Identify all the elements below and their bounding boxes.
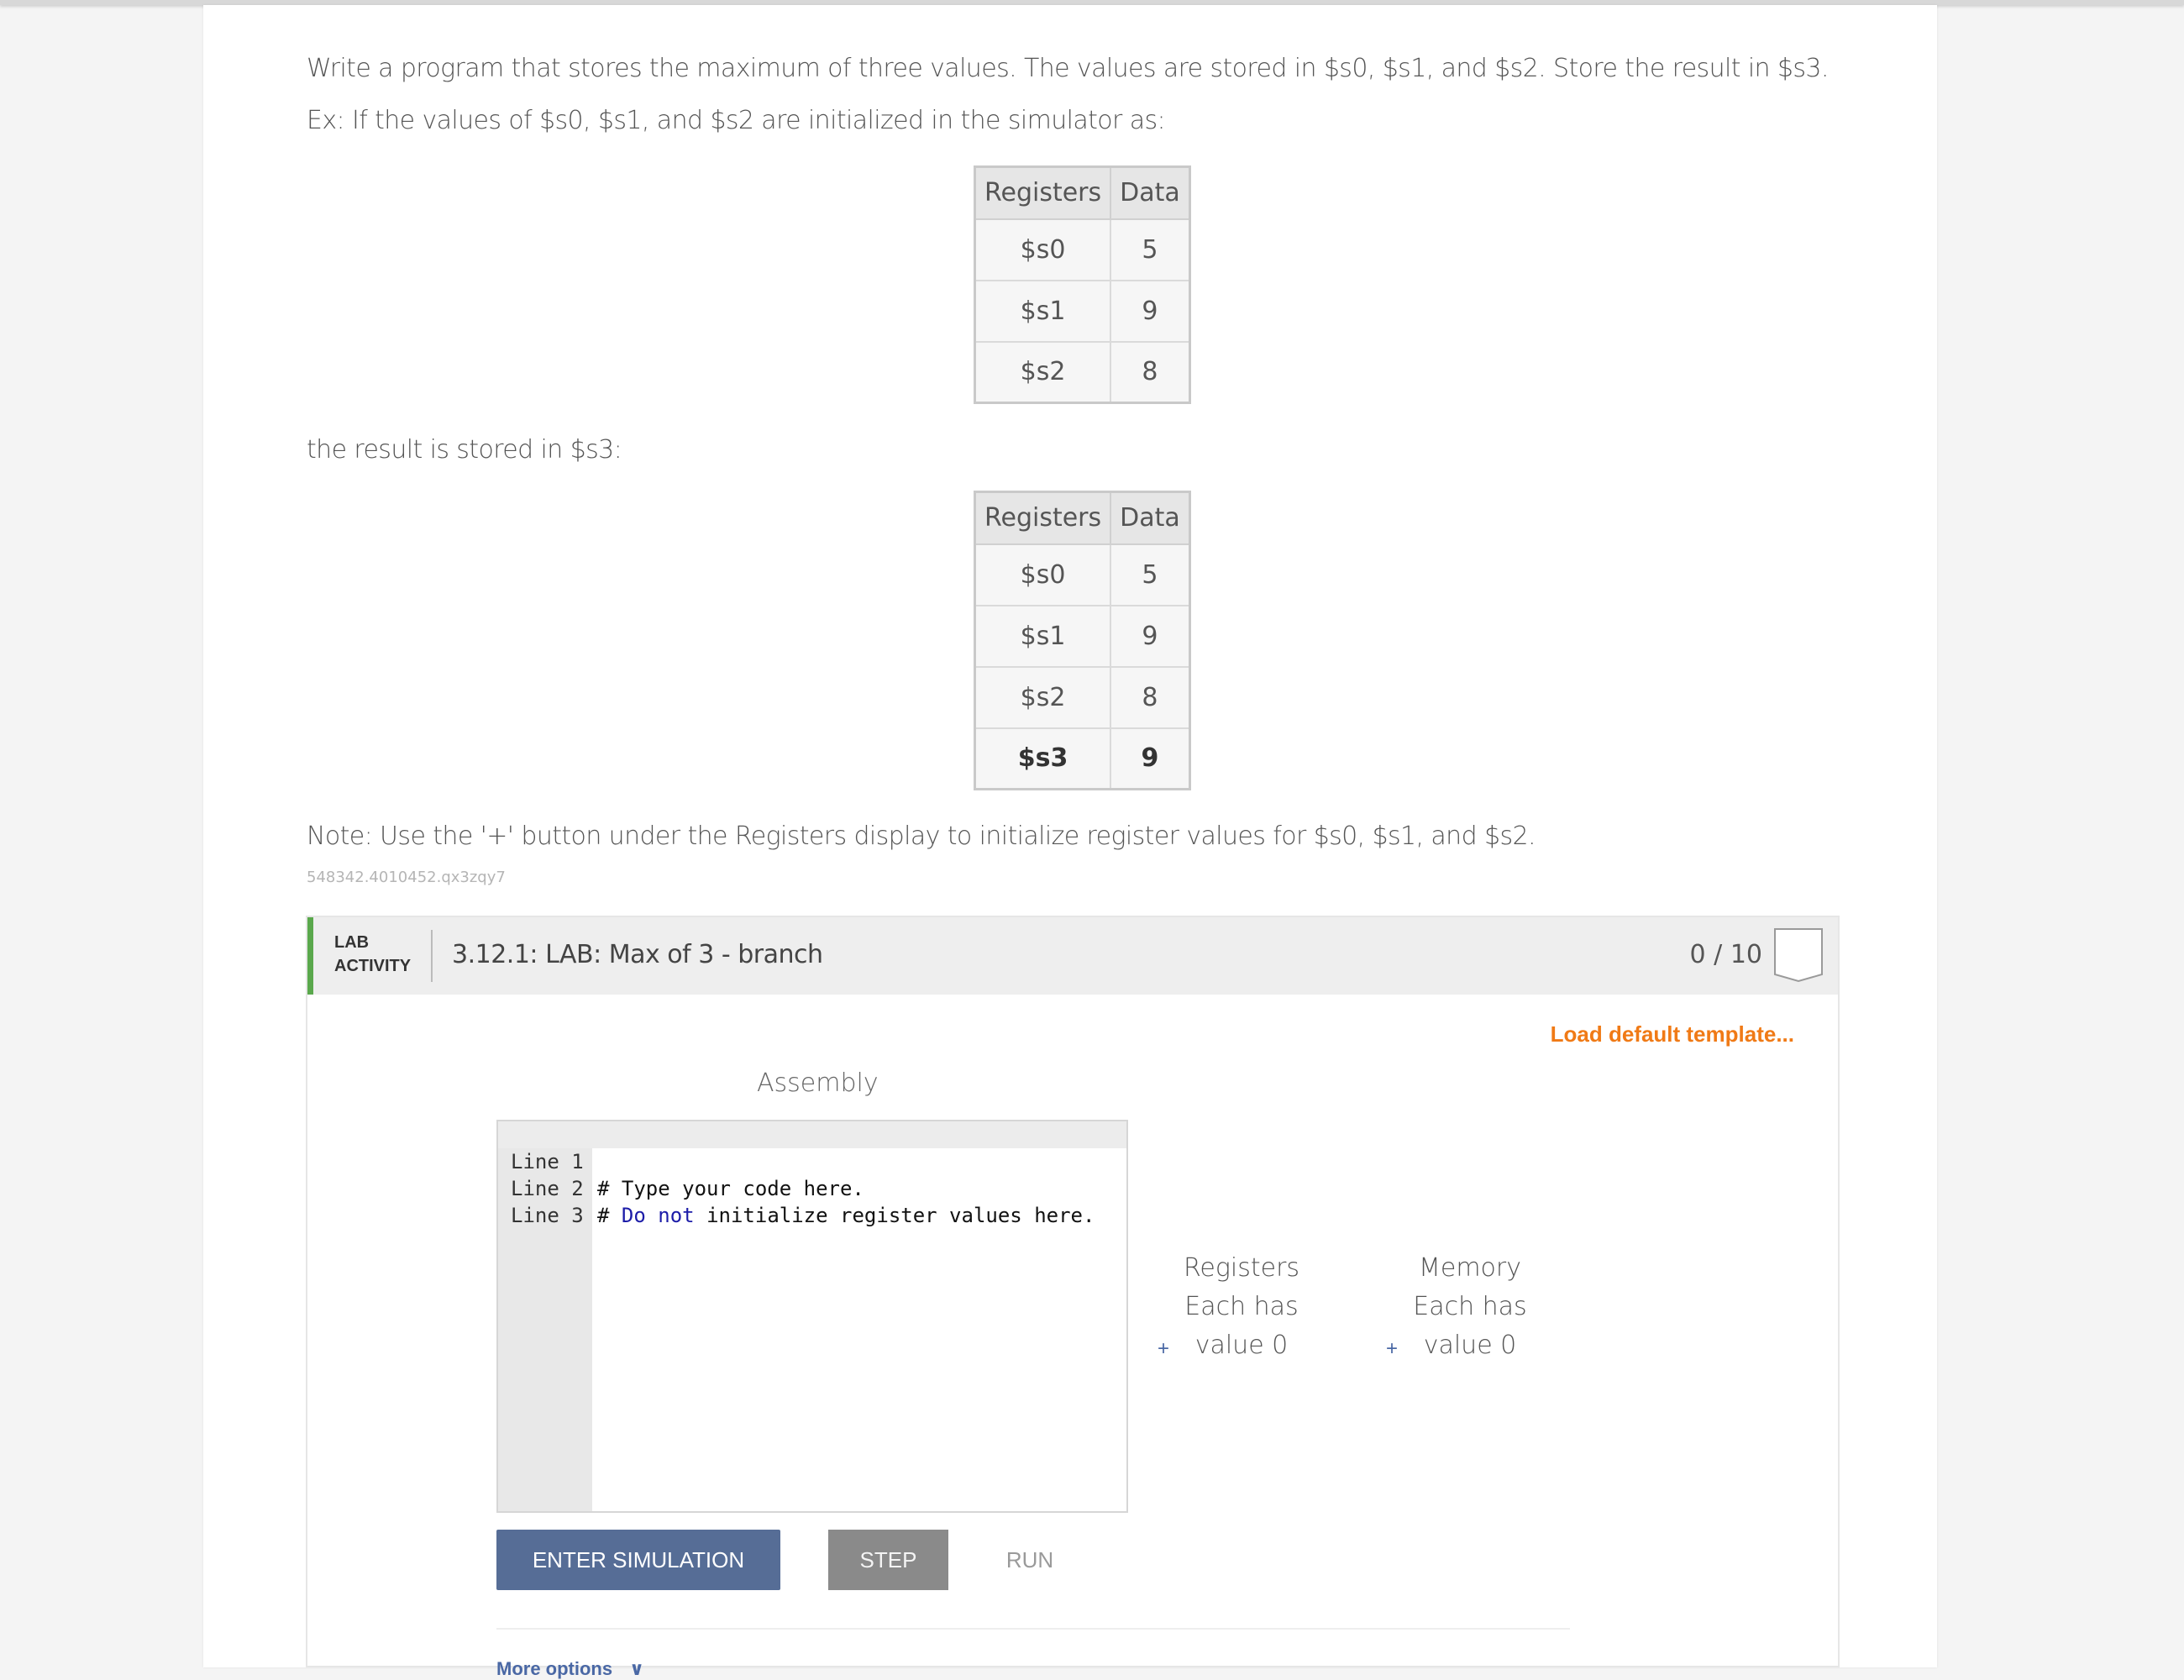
chevron-down-icon: ∨ bbox=[629, 1658, 644, 1679]
editor-label: Assembly bbox=[757, 1068, 879, 1098]
table-row: $s2 8 bbox=[974, 665, 1191, 729]
register-name: $s1 bbox=[974, 604, 1112, 668]
enter-simulation-button[interactable]: ENTER SIMULATION bbox=[496, 1530, 780, 1590]
code-line[interactable]: Line 2 # Do not initialize register valu… bbox=[498, 1148, 1095, 1227]
table-row: $s0 5 bbox=[974, 218, 1191, 281]
header-data: Data bbox=[1110, 165, 1191, 220]
step-button[interactable]: STEP bbox=[828, 1530, 948, 1590]
line-code: # Do not initialize register values here… bbox=[597, 1204, 1095, 1227]
activity-id: 548342.4010452.qx3zqy7 bbox=[307, 869, 506, 886]
registers-subtitle: Each has value 0 bbox=[1184, 1292, 1299, 1360]
register-name: $s0 bbox=[974, 218, 1112, 281]
lab-header: LAB ACTIVITY 3.12.1: LAB: Max of 3 - bra… bbox=[307, 917, 1838, 995]
register-value: 9 bbox=[1110, 727, 1191, 790]
register-name: $s2 bbox=[974, 665, 1112, 729]
register-name: $s0 bbox=[974, 543, 1112, 606]
load-default-template-link[interactable]: Load default template... bbox=[1551, 1021, 1794, 1047]
register-name: $s1 bbox=[974, 279, 1112, 343]
registers-title: Registers bbox=[1183, 1253, 1300, 1283]
lab-tag-line1: LAB bbox=[334, 933, 370, 952]
code-editor[interactable]: Line 1 # Type your code here. Line 2 # D… bbox=[496, 1120, 1128, 1513]
line-number: Line 3 bbox=[511, 1204, 584, 1227]
registers-panel: Registers Each has value 0 bbox=[1149, 1249, 1334, 1365]
score-badge-icon bbox=[1774, 928, 1823, 983]
table-row: $s1 9 bbox=[974, 279, 1191, 343]
header-data: Data bbox=[1110, 491, 1191, 545]
register-name: $s3 bbox=[974, 727, 1112, 790]
note-text: Note: Use the '+' button under the Regis… bbox=[307, 822, 1536, 851]
line-code: # Type your code here. bbox=[597, 1177, 864, 1200]
register-value: 8 bbox=[1110, 665, 1191, 729]
more-options-label: More options bbox=[496, 1658, 613, 1679]
result-registers-table: Registers Data $s0 5 $s1 9 $s2 8 $s3 9 bbox=[974, 491, 1191, 790]
table-row: $s1 9 bbox=[974, 604, 1191, 668]
register-value: 5 bbox=[1110, 543, 1191, 606]
prompt-text-2: Ex: If the values of $s0, $s1, and $s2 a… bbox=[307, 106, 1166, 135]
code-line[interactable]: Line 1 # Type your code here. bbox=[498, 1121, 1126, 1200]
table-header-row: Registers Data bbox=[974, 491, 1191, 545]
lab-activity-tag: LAB ACTIVITY bbox=[334, 931, 411, 978]
prompt-text-1: Write a program that stores the maximum … bbox=[307, 54, 1829, 83]
memory-panel: Memory Each has value 0 bbox=[1378, 1249, 1562, 1365]
table-row: $s0 5 bbox=[974, 543, 1191, 606]
register-value: 5 bbox=[1110, 218, 1191, 281]
table-header-row: Registers Data bbox=[974, 165, 1191, 220]
lab-title: 3.12.1: LAB: Max of 3 - branch bbox=[452, 940, 823, 969]
initial-registers-table: Registers Data $s0 5 $s1 9 $s2 8 bbox=[974, 165, 1191, 404]
content-page: Write a program that stores the maximum … bbox=[203, 5, 1937, 1679]
register-value: 9 bbox=[1110, 279, 1191, 343]
lab-score: 0 / 10 bbox=[1689, 940, 1762, 969]
add-memory-button[interactable]: + bbox=[1386, 1337, 1398, 1361]
register-value: 9 bbox=[1110, 604, 1191, 668]
header-registers: Registers bbox=[974, 491, 1112, 545]
lab-activity: LAB ACTIVITY 3.12.1: LAB: Max of 3 - bra… bbox=[306, 916, 1840, 1679]
table-row: $s2 8 bbox=[974, 340, 1191, 404]
code-line[interactable]: Line 3 bbox=[498, 1175, 596, 1227]
memory-subtitle: Each has value 0 bbox=[1413, 1292, 1527, 1360]
add-register-button[interactable]: + bbox=[1158, 1337, 1169, 1361]
divider bbox=[496, 1628, 1570, 1630]
table-row: $s3 9 bbox=[974, 727, 1191, 790]
memory-title: Memory bbox=[1418, 1253, 1521, 1283]
run-button[interactable]: RUN bbox=[988, 1530, 1072, 1590]
header-registers: Registers bbox=[974, 165, 1112, 220]
header-divider bbox=[431, 930, 433, 982]
more-options-toggle[interactable]: More options ∨ bbox=[496, 1658, 644, 1680]
result-text: the result is stored in $s3: bbox=[307, 435, 622, 465]
lab-tag-line2: ACTIVITY bbox=[334, 957, 412, 975]
register-value: 8 bbox=[1110, 340, 1191, 404]
register-name: $s2 bbox=[974, 340, 1112, 404]
